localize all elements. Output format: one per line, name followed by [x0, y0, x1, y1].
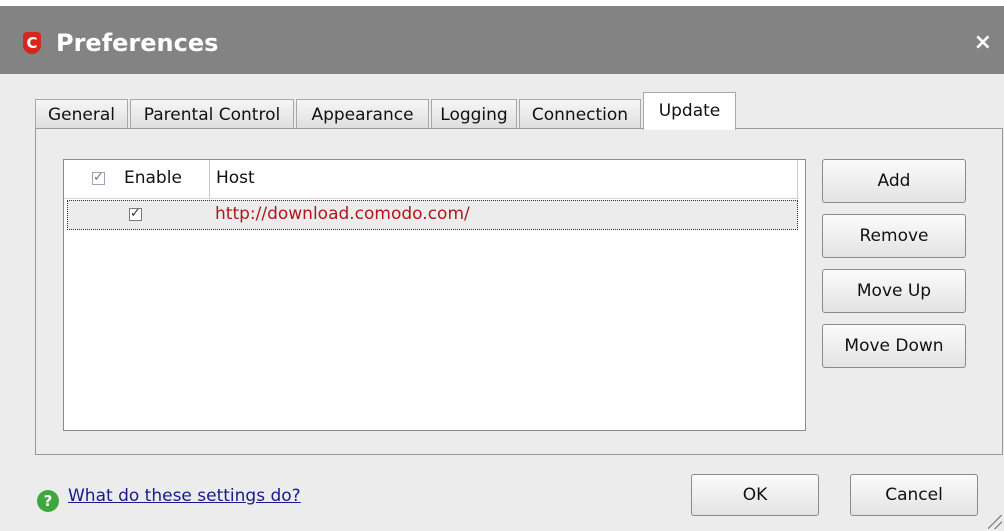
help-icon[interactable]: ? [37, 490, 59, 512]
row-enable-checkbox[interactable]: ✓ [129, 206, 142, 221]
enable-column-label: Enable [124, 168, 182, 188]
tab-connection[interactable]: Connection [519, 99, 641, 129]
host-column-label: Host [216, 168, 255, 188]
table-row[interactable]: ✓ http://download.comodo.com/ [67, 200, 798, 230]
enable-column-header[interactable]: ✓ Enable [64, 160, 210, 198]
comodo-logo-icon: C [23, 32, 41, 54]
tab-parental-control[interactable]: Parental Control [130, 99, 294, 129]
tab-appearance[interactable]: Appearance [296, 99, 429, 129]
tab-general[interactable]: General [35, 99, 128, 129]
check-icon: ✓ [130, 206, 141, 221]
resize-grip-icon[interactable] [988, 515, 1002, 529]
cancel-button[interactable]: Cancel [850, 474, 978, 516]
close-icon[interactable]: × [974, 30, 992, 55]
host-list[interactable]: ✓ Enable Host ✓ http://download.comodo.c… [63, 159, 806, 431]
tab-logging[interactable]: Logging [431, 99, 517, 129]
move-down-button[interactable]: Move Down [822, 324, 966, 368]
host-list-header: ✓ Enable Host [64, 160, 799, 199]
help-link[interactable]: What do these settings do? [68, 486, 301, 506]
dialog-title: Preferences [56, 29, 219, 57]
add-button[interactable]: Add [822, 159, 966, 203]
remove-button[interactable]: Remove [822, 214, 966, 258]
ok-button[interactable]: OK [691, 474, 819, 516]
row-host-url: http://download.comodo.com/ [215, 204, 470, 224]
move-up-button[interactable]: Move Up [822, 269, 966, 313]
tab-update[interactable]: Update [643, 92, 736, 130]
select-all-checkbox[interactable]: ✓ [92, 170, 105, 185]
update-settings-panel: ✓ Enable Host ✓ http://download.comodo.c… [35, 128, 1003, 455]
preferences-dialog: C Preferences × General Parental Control… [0, 6, 1004, 531]
check-icon: ✓ [93, 170, 104, 185]
title-bar[interactable]: C Preferences × [0, 6, 1004, 74]
host-column-header[interactable]: Host [210, 160, 798, 198]
